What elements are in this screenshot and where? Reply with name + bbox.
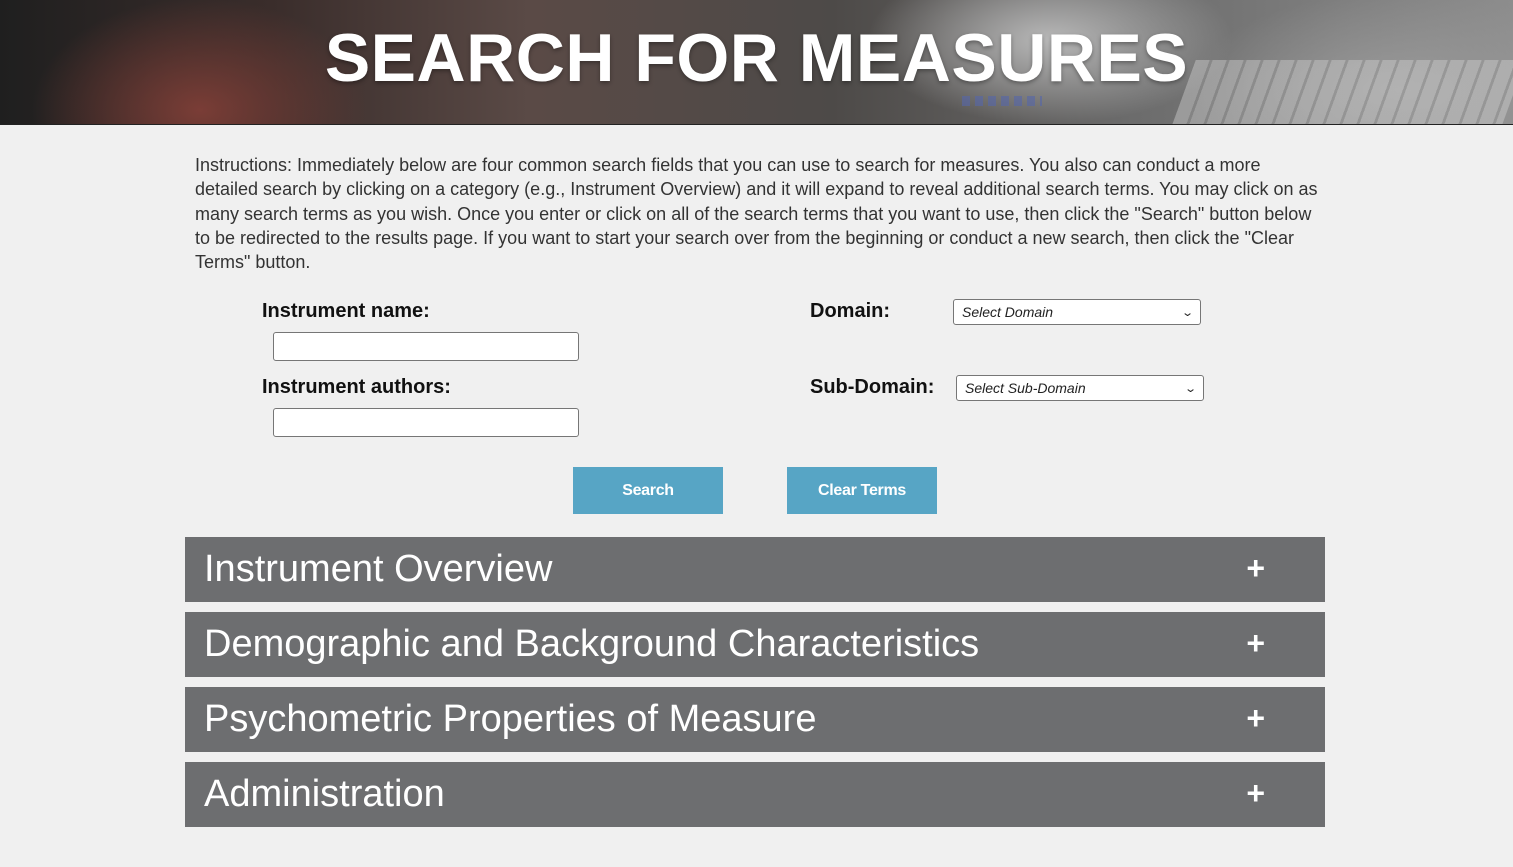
instrument-name-input[interactable] [273,332,579,361]
hero-banner: SEARCH FOR MEASURES [0,0,1513,125]
plus-icon[interactable]: + [1246,612,1265,677]
accordion-title: Psychometric Properties of Measure [204,698,817,740]
accordion-title: Demographic and Background Characteristi… [204,623,980,665]
domain-select[interactable]: Select Domain ⌄ [953,299,1201,325]
instrument-authors-input[interactable] [273,408,579,437]
page-title: SEARCH FOR MEASURES [324,20,1189,96]
instructions-text: Instructions: Immediately below are four… [195,155,1318,273]
chevron-down-icon: ⌄ [1183,382,1197,395]
plus-icon[interactable]: + [1246,537,1265,602]
hero-background-detail [962,96,1042,106]
accordion-psychometric-properties[interactable]: Psychometric Properties of Measure + [185,687,1325,752]
domain-label: Domain: [810,300,890,322]
clear-terms-button[interactable]: Clear Terms [787,467,937,514]
subdomain-selected-value: Select Sub-Domain [965,380,1086,396]
domain-selected-value: Select Domain [962,304,1054,320]
accordion-administration[interactable]: Administration + [185,762,1325,827]
chevron-down-icon: ⌄ [1180,306,1194,319]
subdomain-label: Sub-Domain: [810,376,935,398]
plus-icon[interactable]: + [1246,687,1265,752]
subdomain-select[interactable]: Select Sub-Domain ⌄ [956,375,1204,401]
instrument-name-label: Instrument name: [262,300,430,322]
plus-icon[interactable]: + [1246,762,1265,827]
accordion-title: Administration [204,773,445,815]
accordion-title: Instrument Overview [204,548,553,590]
accordion-demographic-background[interactable]: Demographic and Background Characteristi… [185,612,1325,677]
search-button[interactable]: Search [573,467,723,514]
instrument-authors-label: Instrument authors: [262,376,451,398]
accordion-instrument-overview[interactable]: Instrument Overview + [185,537,1325,602]
